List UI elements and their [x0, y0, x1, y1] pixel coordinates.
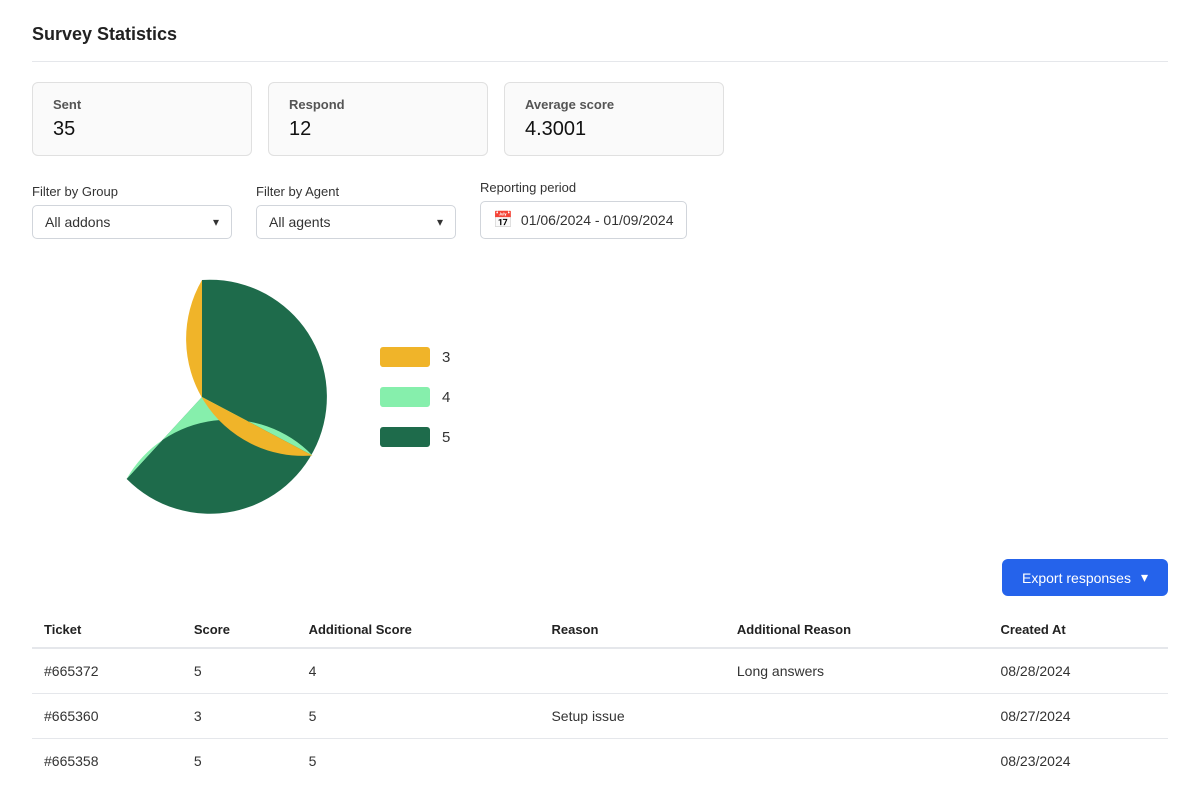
cell-additional_score: 5: [297, 739, 540, 784]
cell-ticket: #665360: [32, 694, 182, 739]
page-title: Survey Statistics: [32, 24, 1168, 62]
filter-group-agent: Filter by Agent All agents ▾: [256, 184, 456, 239]
cell-additional_score: 5: [297, 694, 540, 739]
col-header-additional-reason: Additional Reason: [725, 612, 989, 648]
filter-agent-select[interactable]: All agents ▾: [256, 205, 456, 239]
stat-avg-score-value: 4.3001: [525, 118, 703, 141]
table-row: #66536035Setup issue 08/27/2024: [32, 694, 1168, 739]
cell-ticket: #665372: [32, 648, 182, 694]
filter-group-value: All addons: [45, 214, 110, 230]
stats-row: Sent 35 Respond 12 Average score 4.3001: [32, 82, 1168, 156]
table-header-row: Ticket Score Additional Score Reason Add…: [32, 612, 1168, 648]
legend-color-4: [380, 387, 430, 407]
cell-reason: [539, 739, 724, 784]
cell-ticket: #665358: [32, 739, 182, 784]
responses-table: Ticket Score Additional Score Reason Add…: [32, 612, 1168, 783]
cell-created_at: 08/23/2024: [988, 739, 1168, 784]
cell-additional_reason: [725, 694, 989, 739]
col-header-reason: Reason: [539, 612, 724, 648]
chart-section: 3 4 5: [32, 267, 1168, 527]
filter-period-value: 01/06/2024 - 01/09/2024: [521, 212, 674, 228]
filter-group-label: Filter by Group: [32, 184, 232, 199]
stat-avg-score: Average score 4.3001: [504, 82, 724, 156]
cell-reason: [539, 648, 724, 694]
legend-label-5: 5: [442, 429, 450, 446]
filter-group-period: Reporting period 📅 01/06/2024 - 01/09/20…: [480, 180, 687, 239]
filter-agent-value: All agents: [269, 214, 330, 230]
calendar-icon: 📅: [493, 210, 513, 230]
legend-label-3: 3: [442, 349, 450, 366]
filter-period-input[interactable]: 📅 01/06/2024 - 01/09/2024: [480, 201, 687, 239]
cell-additional_reason: [725, 739, 989, 784]
cell-score: 5: [182, 739, 297, 784]
table-row: #6653585508/23/2024: [32, 739, 1168, 784]
stat-sent-value: 35: [53, 118, 231, 141]
stat-avg-score-label: Average score: [525, 97, 703, 112]
cell-score: 3: [182, 694, 297, 739]
pie-chart: [72, 267, 332, 527]
legend-color-5: [380, 427, 430, 447]
stat-sent: Sent 35: [32, 82, 252, 156]
filter-agent-label: Filter by Agent: [256, 184, 456, 199]
chevron-down-icon: ▾: [213, 215, 219, 229]
filters-row: Filter by Group All addons ▾ Filter by A…: [32, 180, 1168, 239]
export-responses-button[interactable]: Export responses ▾: [1002, 559, 1168, 596]
col-header-ticket: Ticket: [32, 612, 182, 648]
cell-created_at: 08/28/2024: [988, 648, 1168, 694]
stat-respond: Respond 12: [268, 82, 488, 156]
legend-item-3: 3: [380, 347, 450, 367]
stat-respond-value: 12: [289, 118, 467, 141]
chevron-down-icon: ▾: [1141, 569, 1148, 586]
col-header-score: Score: [182, 612, 297, 648]
cell-additional_score: 4: [297, 648, 540, 694]
chart-legend: 3 4 5: [380, 347, 450, 447]
export-row: Export responses ▾: [32, 559, 1168, 596]
legend-color-3: [380, 347, 430, 367]
legend-label-4: 4: [442, 389, 450, 406]
cell-reason: Setup issue: [539, 694, 724, 739]
stat-respond-label: Respond: [289, 97, 467, 112]
cell-created_at: 08/27/2024: [988, 694, 1168, 739]
filter-group-select[interactable]: All addons ▾: [32, 205, 232, 239]
cell-additional_reason: Long answers: [725, 648, 989, 694]
legend-item-4: 4: [380, 387, 450, 407]
cell-score: 5: [182, 648, 297, 694]
stat-sent-label: Sent: [53, 97, 231, 112]
chevron-down-icon: ▾: [437, 215, 443, 229]
legend-item-5: 5: [380, 427, 450, 447]
table-row: #66537254 Long answers08/28/2024: [32, 648, 1168, 694]
export-button-label: Export responses: [1022, 570, 1131, 586]
col-header-created-at: Created At: [988, 612, 1168, 648]
filter-group-group: Filter by Group All addons ▾: [32, 184, 232, 239]
filter-period-label: Reporting period: [480, 180, 687, 195]
col-header-additional-score: Additional Score: [297, 612, 540, 648]
